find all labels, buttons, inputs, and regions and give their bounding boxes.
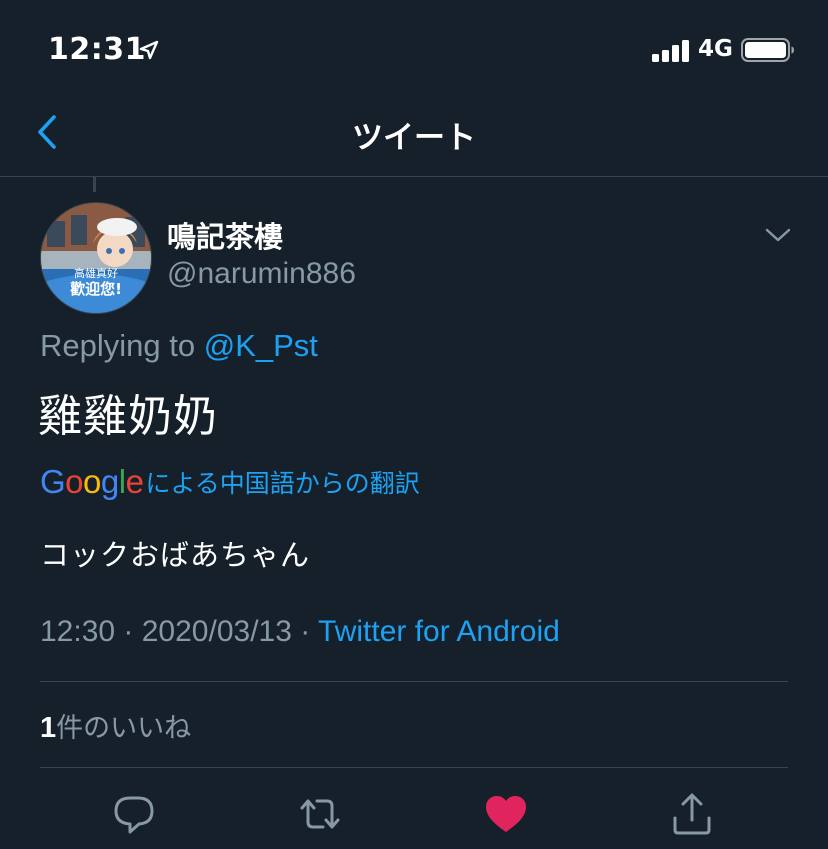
thread-connector-line xyxy=(93,177,96,192)
likes-label: 件のいいね xyxy=(56,713,192,744)
likes-summary[interactable]: 1件のいいね xyxy=(40,706,191,745)
divider xyxy=(40,767,788,768)
google-logo-letter: G xyxy=(40,463,66,500)
translation-label-link[interactable]: による中国語からの翻訳 xyxy=(145,464,419,500)
status-bar: 12:31 4G xyxy=(0,0,828,100)
display-name[interactable]: 鳴記茶樓 xyxy=(167,214,283,256)
replying-to-line: Replying to @K_Pst xyxy=(40,328,318,364)
tweet-meta: 12:30 · 2020/03/13 · Twitter for Android xyxy=(40,615,560,649)
avatar[interactable]: 高雄真好 歡迎您! xyxy=(40,202,152,314)
heart-icon[interactable] xyxy=(482,790,530,838)
battery-icon xyxy=(741,38,794,62)
meta-separator: · xyxy=(115,615,142,648)
retweet-arrows-icon[interactable] xyxy=(296,790,344,838)
google-logo-letter: o xyxy=(65,463,84,500)
user-handle[interactable]: @narumin886 xyxy=(167,257,356,291)
share-upload-icon[interactable] xyxy=(668,790,716,838)
tweet-date: 2020/03/13 xyxy=(141,615,292,648)
status-time: 12:31 xyxy=(48,32,146,67)
page-title: ツイート xyxy=(352,120,476,156)
google-logo: Google xyxy=(40,463,144,501)
google-logo-letter: e xyxy=(125,463,144,500)
divider xyxy=(40,681,788,682)
avatar-caption: 高雄真好 歡迎您! xyxy=(41,267,151,298)
replying-to-prefix: Replying to xyxy=(40,328,204,363)
avatar-caption-line-1: 高雄真好 xyxy=(74,267,118,280)
tweet-source-link[interactable]: Twitter for Android xyxy=(318,615,560,648)
network-type-label: 4G xyxy=(698,36,733,62)
cellular-signal-icon xyxy=(652,40,689,62)
tweet-time: 12:30 xyxy=(40,615,116,648)
reply-speech-bubble-icon[interactable] xyxy=(110,790,158,838)
avatar-caption-line-2: 歡迎您! xyxy=(70,280,122,298)
meta-separator: · xyxy=(291,615,319,648)
google-logo-letter: g xyxy=(100,463,119,500)
replying-to-mention-link[interactable]: @K_Pst xyxy=(204,328,318,363)
location-arrow-icon xyxy=(139,40,159,60)
google-logo-letter: l xyxy=(118,463,126,500)
likes-count: 1 xyxy=(40,712,57,744)
tweet-text: 雞雞奶奶 xyxy=(38,391,218,442)
chevron-down-icon[interactable] xyxy=(764,226,792,244)
translated-text: コックおばあちゃん xyxy=(40,538,311,572)
navigation-bar: ツイート xyxy=(0,100,828,177)
translation-attribution[interactable]: Google による中国語からの翻訳 xyxy=(40,462,420,502)
google-logo-letter: o xyxy=(83,463,101,500)
